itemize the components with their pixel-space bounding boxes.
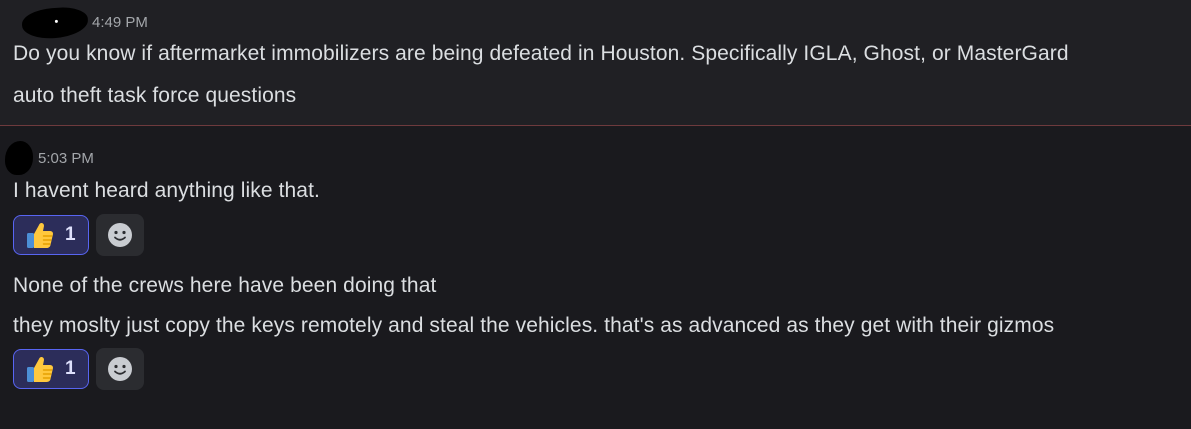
- reaction-count: 1: [65, 224, 76, 245]
- thumbs-up-icon: [27, 357, 54, 382]
- reaction-count: 1: [65, 358, 76, 379]
- message-text: auto theft task force questions: [13, 84, 297, 107]
- message-timestamp: 5:03 PM: [38, 150, 94, 167]
- message-text: I havent heard anything like that.: [13, 179, 320, 202]
- message-text: Do you know if aftermarket immobilizers …: [13, 42, 1069, 65]
- smiley-icon: [108, 357, 132, 381]
- add-reaction-button[interactable]: [96, 214, 144, 256]
- message-timestamp: 4:49 PM: [92, 14, 148, 31]
- add-reaction-button[interactable]: [96, 348, 144, 390]
- message-text: None of the crews here have been doing t…: [13, 274, 437, 297]
- message-text: they moslty just copy the keys remotely …: [13, 314, 1055, 337]
- smiley-icon: [108, 223, 132, 247]
- reaction-thumbs-up[interactable]: 1: [13, 215, 89, 255]
- redacted-avatar: [5, 141, 33, 175]
- new-messages-divider: [0, 125, 1191, 126]
- reaction-thumbs-up[interactable]: 1: [13, 349, 89, 389]
- thumbs-up-icon: [27, 223, 54, 248]
